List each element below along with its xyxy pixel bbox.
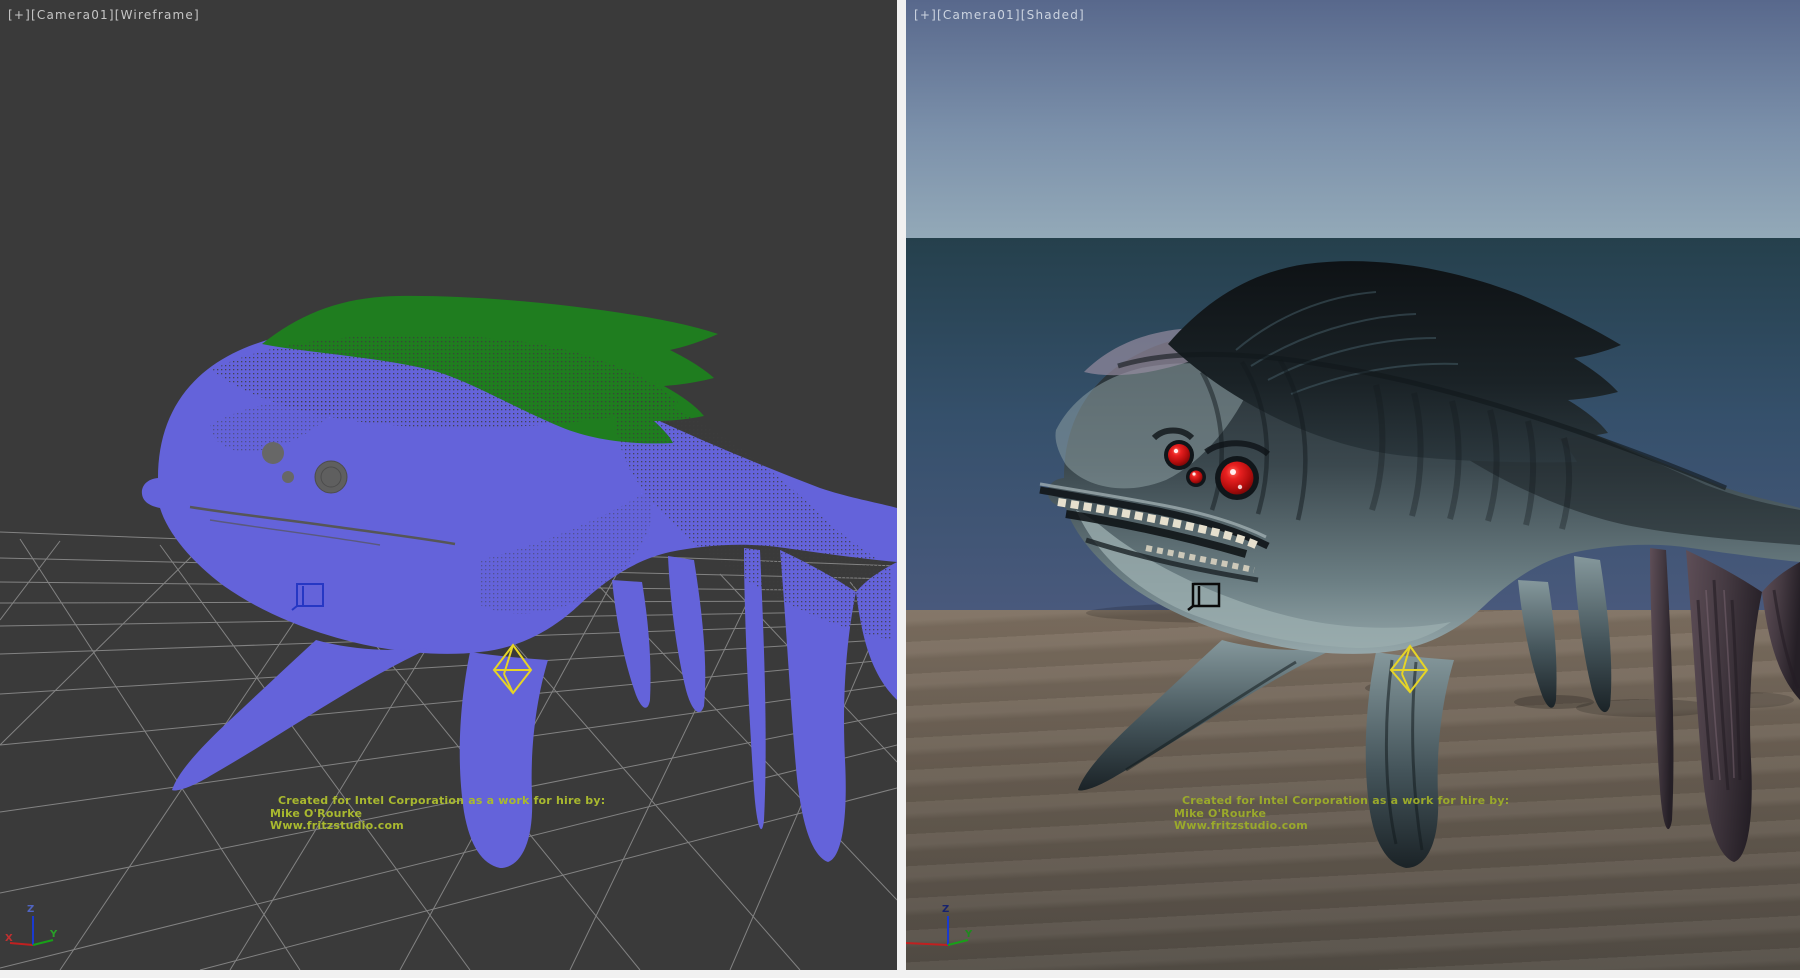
- viewport-shaded[interactable]: [+][Camera01][Shaded]: [906, 0, 1800, 970]
- axis-label-x: X: [5, 933, 13, 944]
- viewport-label-wireframe[interactable]: [+][Camera01][Wireframe]: [8, 8, 200, 22]
- viewport-wireframe[interactable]: [+][Camera01][Wireframe]: [0, 0, 897, 970]
- axis-label-y: Y: [49, 929, 58, 940]
- axis-label-z: Z: [27, 904, 34, 915]
- axis-label-z: Z: [942, 904, 949, 915]
- fish-model-shaded[interactable]: [1040, 261, 1800, 868]
- axis-tripod: X Z Y: [5, 904, 58, 945]
- fish-model-wireframe[interactable]: [142, 296, 897, 868]
- viewport-divider-horizontal[interactable]: [0, 970, 1800, 978]
- viewport-divider-vertical[interactable]: [897, 0, 906, 978]
- axis-tripod-shaded: Z Y: [906, 904, 973, 945]
- axis-label-y: Y: [964, 929, 973, 940]
- watermark-text: Created for Intel Corporation as a work …: [270, 795, 605, 833]
- viewport-split-layout: [+][Camera01][Wireframe]: [0, 0, 1800, 978]
- viewport-label-shaded[interactable]: [+][Camera01][Shaded]: [914, 8, 1085, 22]
- watermark-text: Created for Intel Corporation as a work …: [1174, 795, 1509, 833]
